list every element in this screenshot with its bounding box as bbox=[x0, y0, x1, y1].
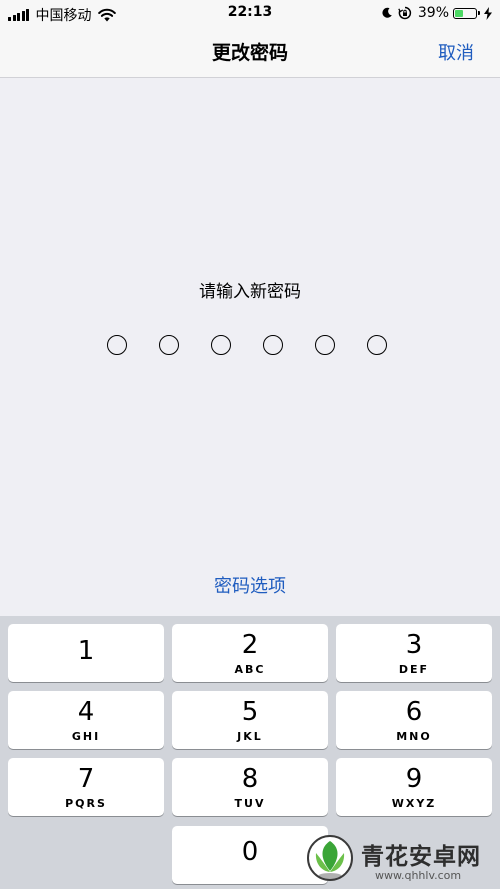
status-right: 39% bbox=[376, 5, 492, 21]
passcode-dot bbox=[159, 335, 179, 355]
key-8[interactable]: 8 TUV bbox=[172, 758, 328, 816]
passcode-dot bbox=[263, 335, 283, 355]
key-letters: ABC bbox=[234, 663, 266, 676]
key-4[interactable]: 4 GHI bbox=[8, 691, 164, 749]
passcode-prompt: 请输入新密码 bbox=[199, 282, 301, 302]
key-letters: WXYZ bbox=[391, 797, 437, 810]
key-number: 5 bbox=[241, 697, 259, 727]
battery-percentage: 39% bbox=[417, 5, 449, 21]
passcode-dot bbox=[107, 335, 127, 355]
battery-fill bbox=[455, 9, 463, 17]
passcode-dot bbox=[367, 335, 387, 355]
key-letters: DEF bbox=[398, 663, 430, 676]
status-bar: 中国移动 22:13 39% bbox=[0, 0, 500, 28]
passcode-dots bbox=[107, 335, 387, 355]
key-number: 2 bbox=[241, 630, 259, 660]
key-letters: TUV bbox=[234, 797, 266, 810]
key-number: 1 bbox=[77, 636, 95, 666]
key-letters: JKL bbox=[237, 730, 263, 743]
key-5[interactable]: 5 JKL bbox=[172, 691, 328, 749]
key-6[interactable]: 6 MNO bbox=[336, 691, 492, 749]
key-number: 4 bbox=[77, 697, 95, 727]
key-letters: PQRS bbox=[65, 797, 107, 810]
cancel-button[interactable]: 取消 bbox=[438, 39, 474, 65]
key-7[interactable]: 7 PQRS bbox=[8, 758, 164, 816]
key-number: 7 bbox=[77, 764, 95, 794]
key-number: 8 bbox=[241, 764, 259, 794]
key-3[interactable]: 3 DEF bbox=[336, 624, 492, 682]
orientation-lock-icon bbox=[398, 6, 411, 20]
passcode-dot bbox=[315, 335, 335, 355]
key-number: 9 bbox=[405, 764, 423, 794]
numeric-keypad: 1 2 ABC 3 DEF 4 GHI 5 JKL 6 MNO 7 PQRS 8 TUV 9 WXYZ 0 bbox=[0, 616, 500, 889]
navigation-bar: 更改密码 取消 bbox=[0, 28, 500, 78]
key-number: 3 bbox=[405, 630, 423, 660]
battery-icon bbox=[453, 7, 480, 19]
key-2[interactable]: 2 ABC bbox=[172, 624, 328, 682]
passcode-dot bbox=[211, 335, 231, 355]
key-9[interactable]: 9 WXYZ bbox=[336, 758, 492, 816]
charging-bolt-icon bbox=[484, 6, 492, 20]
key-letters: MNO bbox=[396, 730, 432, 743]
key-number: 6 bbox=[405, 697, 423, 727]
page-title: 更改密码 bbox=[211, 42, 288, 64]
key-0[interactable]: 0 bbox=[172, 826, 328, 884]
key-number: 0 bbox=[241, 837, 259, 867]
do-not-disturb-moon-icon bbox=[382, 7, 392, 18]
passcode-options-button[interactable]: 密码选项 bbox=[0, 572, 500, 598]
key-1[interactable]: 1 bbox=[8, 624, 164, 682]
key-letters: GHI bbox=[71, 730, 101, 743]
